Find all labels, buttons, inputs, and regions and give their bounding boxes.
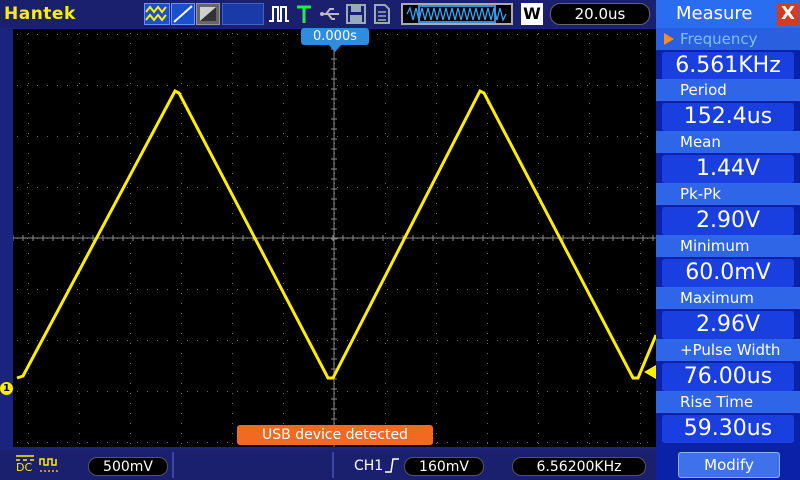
measure-value-maximum: 2.96V: [662, 311, 794, 339]
divider-2: [332, 452, 334, 478]
modify-button[interactable]: Modify: [678, 452, 780, 478]
measure-value-frequency: 6.561KHz: [662, 52, 794, 80]
probe-icon[interactable]: [38, 452, 60, 476]
trigger-level-marker-icon[interactable]: [644, 365, 656, 379]
ramp-icon[interactable]: [171, 3, 195, 25]
channel-box[interactable]: [222, 3, 264, 25]
measure-value-pk-pk: 2.90V: [662, 207, 794, 235]
graticule: [13, 29, 656, 447]
contrast-icon[interactable]: [196, 3, 220, 25]
waveform-mode-icon[interactable]: [144, 3, 170, 25]
waveform-trace: [16, 88, 656, 380]
trigger-channel-label: CH1: [354, 458, 384, 474]
measure-title-text: Measure: [676, 3, 753, 24]
close-icon: X: [781, 3, 795, 24]
channel1-marker-label: 1: [3, 383, 10, 394]
usb-notification-text: USB device detected: [262, 427, 408, 443]
volts-div-value: 500mV: [103, 459, 153, 475]
measure-value-text: 59.30us: [683, 416, 773, 441]
scope-display[interactable]: [13, 29, 656, 447]
usb-icon[interactable]: [318, 3, 342, 25]
file-icon[interactable]: [371, 3, 393, 25]
measure-value-text: 2.96V: [695, 312, 761, 337]
measure-label-text: +Pulse Width: [680, 341, 781, 359]
usb-notification: USB device detected: [237, 425, 433, 445]
modify-label: Modify: [704, 456, 754, 474]
channel1-marker[interactable]: 1: [0, 382, 13, 395]
measure-label-text: Frequency: [680, 30, 758, 48]
time-offset-marker[interactable]: 0.000s: [301, 28, 369, 45]
brand-logo: Hantek: [4, 4, 76, 24]
measure-label-minimum[interactable]: Minimum: [656, 235, 800, 257]
frequency-counter-readout[interactable]: 6.56200KHz: [512, 457, 646, 476]
rising-edge-icon[interactable]: [384, 456, 400, 474]
measure-value-text: 2.90V: [695, 208, 761, 233]
volts-div-readout[interactable]: 500mV: [88, 457, 168, 476]
measure-label-pulse-width[interactable]: +Pulse Width: [656, 339, 800, 361]
timebase-value: 20.0us: [574, 5, 626, 23]
time-offset-value: 0.000s: [313, 29, 357, 44]
measure-value-minimum: 60.0mV: [662, 259, 794, 287]
measure-value-period: 152.4us: [662, 103, 794, 131]
measure-label-pk-pk[interactable]: Pk-Pk: [656, 183, 800, 205]
measure-value-text: 6.561KHz: [675, 53, 781, 78]
divider-1: [172, 452, 174, 478]
measure-panel: Measure X Frequency 6.561KHz Period 152.…: [656, 0, 800, 480]
pulse-trigger-icon[interactable]: [267, 3, 291, 25]
measure-label-text: Period: [680, 81, 727, 99]
time-offset-arrow-icon: [328, 44, 342, 52]
trigger-level-readout[interactable]: 160mV: [404, 457, 484, 476]
trigger-t-icon[interactable]: [294, 3, 314, 25]
measure-value-text: 1.44V: [695, 156, 761, 181]
measure-value-text: 152.4us: [683, 104, 773, 129]
measure-label-text: Rise Time: [680, 393, 754, 411]
measure-label-mean[interactable]: Mean: [656, 131, 800, 153]
timebase-readout[interactable]: 20.0us: [550, 3, 650, 25]
frequency-counter-value: 6.56200KHz: [536, 459, 622, 475]
close-button[interactable]: X: [777, 3, 799, 25]
zoom-button[interactable]: W: [521, 3, 543, 25]
zoom-label: W: [523, 4, 541, 23]
measure-label-text: Mean: [680, 133, 721, 151]
measure-label-frequency[interactable]: Frequency: [656, 28, 800, 50]
selected-arrow-icon: [664, 33, 674, 45]
measure-value-mean: 1.44V: [662, 155, 794, 183]
measure-value-pulse-width: 76.00us: [662, 363, 794, 391]
coupling-label: DC: [16, 461, 33, 474]
trigger-level-value: 160mV: [419, 459, 469, 475]
measure-label-text: Pk-Pk: [680, 185, 721, 203]
measure-value-text: 60.0mV: [685, 260, 771, 285]
measure-label-text: Minimum: [680, 237, 750, 255]
measure-value-rise-time: 59.30us: [662, 415, 794, 443]
save-icon[interactable]: [345, 3, 367, 25]
measure-value-text: 76.00us: [683, 364, 773, 389]
measure-label-rise-time[interactable]: Rise Time: [656, 391, 800, 413]
memory-waveform-icon[interactable]: [401, 3, 513, 25]
coupling-icon[interactable]: DC: [14, 452, 36, 476]
measure-label-period[interactable]: Period: [656, 79, 800, 101]
measure-label-text: Maximum: [680, 289, 754, 307]
measure-label-maximum[interactable]: Maximum: [656, 287, 800, 309]
